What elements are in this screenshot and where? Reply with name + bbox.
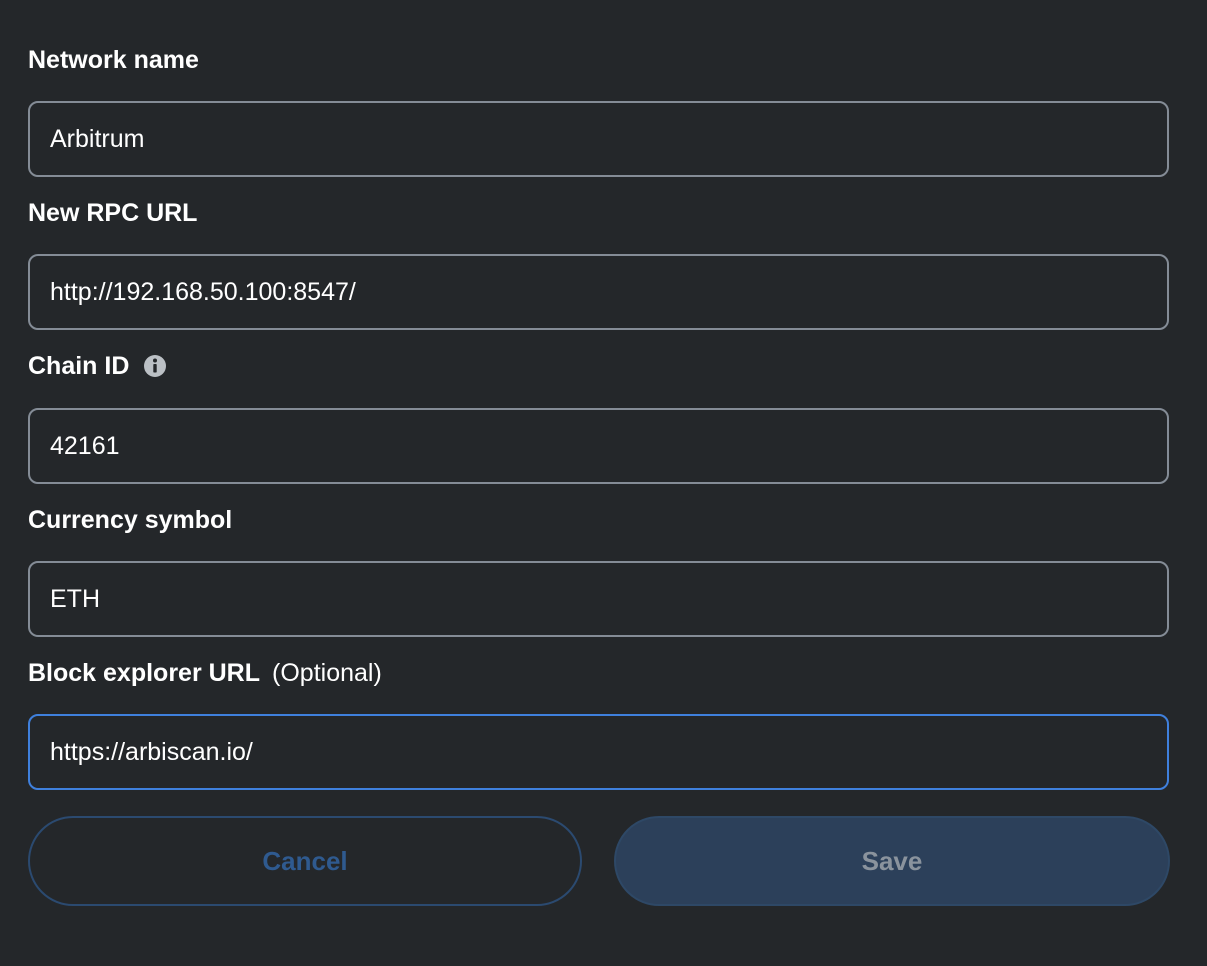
block-explorer-input[interactable]	[50, 737, 1167, 767]
chain-id-input[interactable]	[50, 431, 1167, 461]
block-explorer-label: Block explorer URL (Optional)	[28, 657, 382, 689]
rpc-url-label: New RPC URL	[28, 197, 197, 229]
network-name-field[interactable]	[28, 101, 1169, 177]
currency-symbol-label: Currency symbol	[28, 504, 232, 536]
network-name-input[interactable]	[50, 124, 1167, 154]
chain-id-field[interactable]	[28, 408, 1169, 484]
block-explorer-label-text: Block explorer URL	[28, 658, 261, 687]
network-name-label: Network name	[28, 44, 199, 76]
currency-symbol-field[interactable]	[28, 561, 1169, 637]
network-name-label-text: Network name	[28, 45, 199, 74]
save-button[interactable]: Save	[614, 816, 1170, 906]
currency-symbol-label-text: Currency symbol	[28, 505, 233, 534]
currency-symbol-input[interactable]	[50, 584, 1167, 614]
rpc-url-field[interactable]	[28, 254, 1169, 330]
cancel-button[interactable]: Cancel	[28, 816, 582, 906]
block-explorer-field[interactable]	[28, 714, 1169, 790]
rpc-url-label-text: New RPC URL	[28, 198, 198, 227]
info-icon[interactable]	[143, 354, 167, 378]
rpc-url-input[interactable]	[50, 277, 1167, 307]
chain-id-label: Chain ID	[28, 350, 167, 382]
optional-label: (Optional)	[272, 658, 382, 687]
add-network-form: Network name New RPC URL Chain ID Curren…	[0, 0, 1207, 966]
chain-id-label-text: Chain ID	[28, 351, 130, 380]
